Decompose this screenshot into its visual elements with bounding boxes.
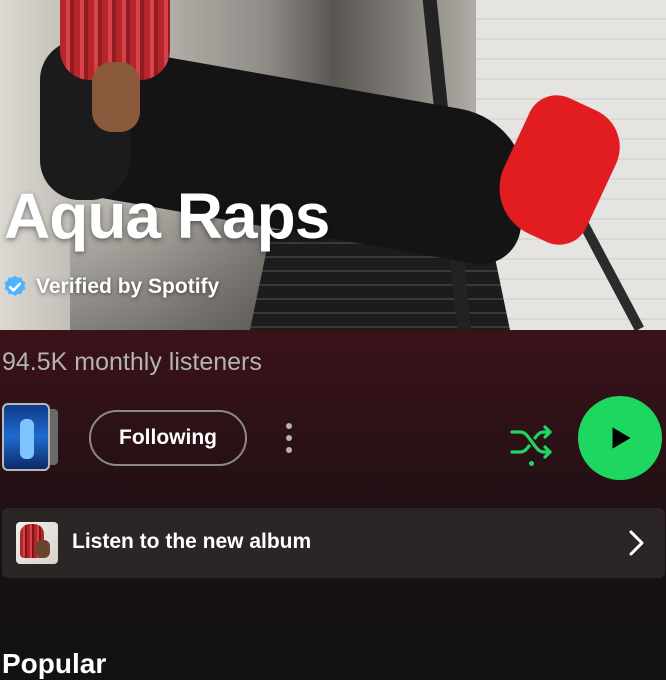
cover-figure <box>20 419 34 459</box>
artist-name: Aqua Raps <box>4 180 330 252</box>
verified-label: Verified by Spotify <box>36 275 220 298</box>
artist-hero: Aqua Raps Verified by Spotify <box>0 0 666 330</box>
verified-badge-icon <box>4 275 26 296</box>
play-button[interactable] <box>578 396 662 480</box>
album-thumbnail <box>16 522 58 564</box>
hero-figure-hand <box>92 62 140 132</box>
monthly-listeners: 94.5K monthly listeners <box>2 348 262 376</box>
shuffle-icon[interactable] <box>508 418 556 466</box>
album-thumb-face <box>36 540 50 558</box>
verified-badge: Verified by Spotify <box>2 272 219 302</box>
play-icon <box>612 427 631 449</box>
chevron-right-icon <box>629 530 644 556</box>
new-album-promo[interactable]: Listen to the new album <box>2 508 665 578</box>
artist-cover-thumbnail[interactable] <box>2 403 50 471</box>
more-dot <box>286 435 292 441</box>
popular-section-title: Popular <box>2 648 107 679</box>
artist-info: 94.5K monthly listeners Following Listen… <box>0 330 666 679</box>
following-button[interactable]: Following <box>89 410 247 466</box>
more-dot <box>286 447 292 453</box>
shuffle-active-dot <box>529 461 534 466</box>
new-album-label: Listen to the new album <box>72 530 312 553</box>
more-dot <box>286 423 292 429</box>
more-options-icon[interactable] <box>276 418 302 458</box>
